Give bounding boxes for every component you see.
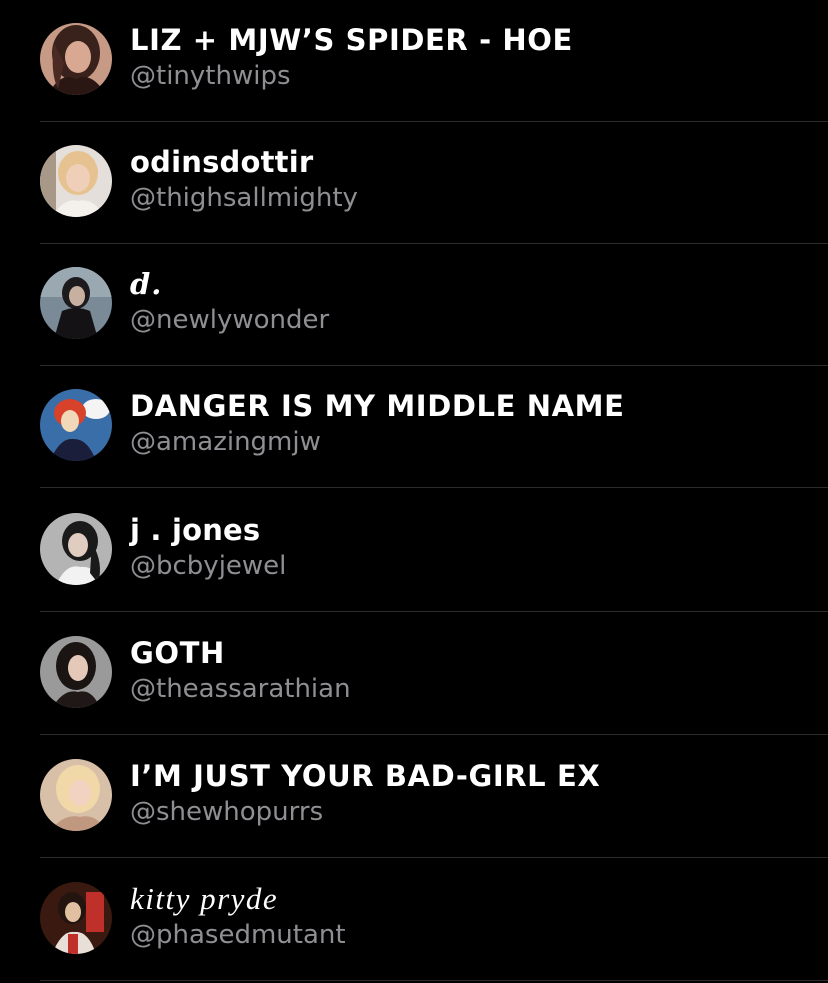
profile-photo-avatar-icon (40, 759, 112, 831)
profile-photo-avatar-icon (40, 23, 112, 95)
user-row[interactable]: I’M JUST YOUR BAD-GIRL EX @shewhopurrs (0, 736, 828, 858)
display-name: j . jones (130, 513, 261, 547)
username-handle: @bcbyjewel (130, 551, 287, 581)
profile-photo-avatar-icon (40, 267, 112, 339)
display-name: kitty pryde (130, 881, 279, 916)
username-handle: @tinythwips (130, 61, 291, 91)
avatar[interactable] (40, 636, 112, 708)
user-row[interactable]: j . jones @bcbyjewel (0, 490, 828, 612)
user-row[interactable]: odinsdottir @thighsallmighty (0, 122, 828, 244)
avatar[interactable] (40, 145, 112, 217)
avatar[interactable] (40, 389, 112, 461)
display-name: LIZ + MJW’S SPIDER - HOE (130, 23, 573, 57)
comic-avatar-icon (40, 389, 112, 461)
username-handle: @newlywonder (130, 305, 330, 335)
avatar[interactable] (40, 882, 112, 954)
avatar[interactable] (40, 267, 112, 339)
comic-avatar-icon (40, 882, 112, 954)
profile-photo-avatar-icon (40, 513, 112, 585)
user-row[interactable]: GOTH @theassarathian (0, 613, 828, 735)
avatar[interactable] (40, 23, 112, 95)
avatar[interactable] (40, 513, 112, 585)
display-name: I’M JUST YOUR BAD-GIRL EX (130, 759, 601, 793)
username-handle: @shewhopurrs (130, 797, 324, 827)
user-row[interactable]: d. @newlywonder (0, 244, 828, 366)
divider (40, 611, 828, 612)
username-handle: @phasedmutant (130, 920, 346, 950)
divider (40, 734, 828, 735)
user-row[interactable]: kitty pryde @phasedmutant (0, 859, 828, 981)
username-handle: @theassarathian (130, 674, 351, 704)
username-handle: @thighsallmighty (130, 183, 358, 213)
display-name: d. (130, 267, 163, 301)
profile-photo-avatar-icon (40, 145, 112, 217)
user-row[interactable]: LIZ + MJW’S SPIDER - HOE @tinythwips (0, 0, 828, 122)
user-list: LIZ + MJW’S SPIDER - HOE @tinythwips odi… (0, 0, 828, 983)
username-handle: @amazingmjw (130, 427, 321, 457)
profile-photo-avatar-icon (40, 636, 112, 708)
divider (40, 857, 828, 858)
display-name: DANGER IS MY MIDDLE NAME (130, 389, 625, 423)
display-name: odinsdottir (130, 145, 314, 179)
divider (40, 980, 828, 981)
avatar[interactable] (40, 759, 112, 831)
display-name: GOTH (130, 636, 225, 670)
divider (40, 487, 828, 488)
user-row[interactable]: DANGER IS MY MIDDLE NAME @amazingmjw (0, 366, 828, 488)
